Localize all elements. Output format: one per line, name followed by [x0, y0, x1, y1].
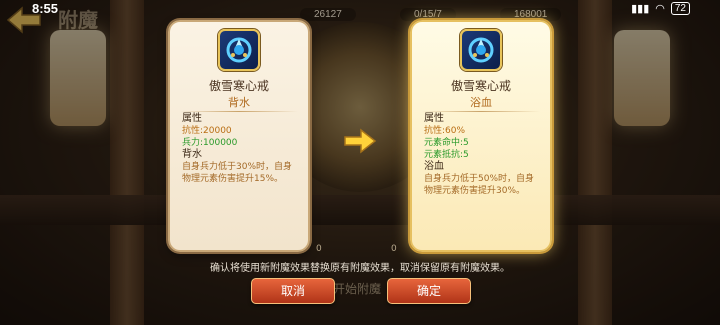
- stat-line: 元素抵抗:5: [424, 150, 469, 160]
- status-time: 8:55: [32, 1, 59, 16]
- item-name: 傲雪寒心戒: [208, 79, 269, 93]
- stat-line: 元素命中:5: [424, 138, 469, 148]
- stat-line: 抗性:60%: [424, 126, 466, 136]
- background-title: 附魔: [58, 8, 98, 32]
- ring-crystal-icon: [460, 29, 502, 71]
- ring-crystal-icon: [218, 29, 260, 71]
- signal-icon: ▮▮▮: [631, 3, 650, 15]
- enchant-name: 浴血: [470, 96, 492, 109]
- current-enchant-card: 傲雪寒心戒 背水 属性 抗性:20000 兵力:100000 背水 自身兵力低于…: [168, 20, 310, 252]
- enchant-name: 背水: [228, 96, 250, 109]
- effect-title: 背水: [182, 149, 202, 160]
- resource-count: 0: [316, 244, 322, 254]
- status-icons: ▮▮▮ ◠ 72: [631, 2, 690, 15]
- stat-line: 兵力:100000: [182, 138, 238, 148]
- wifi-icon: ◠: [655, 3, 665, 15]
- battery-indicator: 72: [670, 2, 690, 15]
- confirm-button[interactable]: 确定: [387, 278, 471, 304]
- effect-title: 浴血: [424, 161, 444, 172]
- resource-count: 0: [391, 244, 397, 254]
- divider: [422, 111, 540, 112]
- modal-overlay: [0, 0, 720, 325]
- new-enchant-card: 傲雪寒心戒 浴血 属性 抗性:60% 元素命中:5 元素抵抗:5 浴血 自身兵力…: [410, 20, 552, 252]
- stat-line: 抗性:20000: [182, 126, 232, 136]
- attr-title: 属性: [424, 113, 444, 124]
- cancel-button[interactable]: 取消: [251, 278, 335, 304]
- effect-description: 自身兵力低于50%时，自身物理元素伤害提升30%。: [424, 174, 535, 196]
- confirm-notice: 确认将使用新附魔效果替换原有附魔效果，取消保留原有附魔效果。: [210, 263, 510, 274]
- resource-counter: 26127: [300, 8, 356, 21]
- effect-description: 自身兵力低于30%时，自身物理元素伤害提升15%。: [182, 162, 293, 184]
- right-arrow-icon: [344, 128, 377, 154]
- start-enchant-label: 开始附魔: [333, 282, 382, 296]
- item-name: 傲雪寒心戒: [450, 79, 511, 93]
- divider: [180, 111, 298, 112]
- attr-title: 属性: [182, 113, 202, 124]
